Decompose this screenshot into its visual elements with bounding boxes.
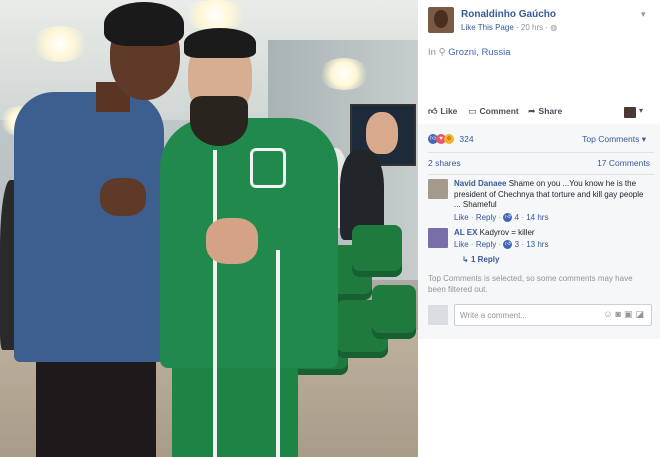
location-pin-icon: ⚲ — [438, 47, 446, 58]
comment-placeholder: Write a comment... — [460, 311, 527, 320]
comment-like-count[interactable]: 3 — [515, 240, 519, 249]
green-seat — [352, 225, 402, 277]
post-actions: 👍︎ Like ▭ Comment ➦ Share ▾ — [428, 106, 654, 120]
page-avatar[interactable] — [428, 7, 454, 33]
chevron-down-icon[interactable]: ▾ — [641, 9, 646, 20]
replies-label: 1 Reply — [470, 255, 500, 264]
camera-icon[interactable]: ◙ — [616, 309, 624, 319]
commenter-avatar[interactable] — [428, 179, 448, 199]
location-link[interactable]: Grozni, Russia — [448, 47, 510, 58]
comment-item: AL EX Kadyrov = killer Like · Reply · 👍︎… — [428, 228, 654, 258]
green-seat — [372, 285, 416, 339]
comments-count-link[interactable]: 17 Comments — [597, 158, 650, 168]
caret-down-icon: ▾ — [641, 134, 646, 144]
sticker-icon[interactable]: ◪ — [635, 309, 647, 319]
reply-arrow-icon: ↳ — [462, 255, 471, 264]
like-button[interactable]: 👍︎ Like — [428, 106, 457, 117]
comment-like-link[interactable]: Like — [454, 213, 469, 222]
comment-icon: ▭ — [468, 106, 477, 116]
like-reaction-icon: 👍︎ — [503, 213, 513, 223]
tv-face — [366, 112, 398, 154]
comment-reply-link[interactable]: Reply — [476, 213, 496, 222]
comment-sort-dropdown[interactable]: Top Comments ▾ — [582, 134, 646, 145]
user-avatar — [428, 305, 448, 325]
comment-item: Navid Danaee Shame on you ...You know he… — [428, 179, 654, 223]
share-label: Share — [538, 106, 563, 116]
comment-like-count[interactable]: 4 — [515, 213, 519, 222]
sort-label: Top Comments — [582, 134, 640, 144]
globe-icon: ◍ — [550, 23, 558, 32]
page-name-link[interactable]: Ronaldinho Gaúcho — [461, 9, 556, 20]
post-photo[interactable] — [0, 0, 418, 457]
divider — [428, 152, 654, 153]
ceiling-light — [318, 58, 370, 90]
comment-actions: Like · Reply · 👍︎ 3 · 13 hrs — [454, 240, 548, 250]
post-time[interactable]: 20 hrs — [521, 23, 543, 32]
comment-button[interactable]: ▭ Comment — [468, 106, 519, 117]
thumbs-up-icon: 👍︎ — [428, 106, 438, 116]
like-reaction-icon: 👍︎ — [503, 240, 513, 250]
post-meta: Like This Page · 20 hrs · ◍ — [461, 23, 557, 32]
person-right-hair — [184, 28, 256, 58]
like-page-link[interactable]: Like This Page — [461, 23, 514, 32]
location-prefix: In — [428, 47, 436, 58]
ceiling-light — [30, 26, 90, 62]
comment-text-block: Navid Danaee Shame on you ...You know he… — [454, 179, 650, 211]
person-right-thumbs-up — [206, 218, 258, 264]
comment-time[interactable]: 14 hrs — [526, 213, 548, 222]
divider — [428, 174, 654, 175]
person-left-hat — [104, 2, 184, 46]
actor-avatar[interactable] — [624, 107, 636, 118]
shares-link[interactable]: 2 shares — [428, 158, 461, 168]
composer-icons: ☺◙▣◪ — [603, 309, 647, 320]
person-right-beard — [190, 96, 248, 146]
commenter-name[interactable]: AL EX — [454, 228, 477, 237]
comment-like-link[interactable]: Like — [454, 240, 469, 249]
comment-composer: Write a comment... ☺◙▣◪ — [428, 300, 654, 332]
caret-down-icon[interactable]: ▾ — [639, 106, 643, 115]
comment-text-block: AL EX Kadyrov = killer — [454, 228, 650, 239]
gif-icon[interactable]: ▣ — [624, 309, 636, 319]
view-replies-link[interactable]: ↳ 1 Reply — [462, 255, 499, 264]
location-line: In ⚲ Grozni, Russia — [428, 47, 511, 58]
tracksuit-zip — [213, 150, 217, 457]
comment-time[interactable]: 13 hrs — [526, 240, 548, 249]
like-label: Like — [440, 106, 458, 116]
comment-input[interactable]: Write a comment... ☺◙▣◪ — [454, 304, 652, 326]
filter-note: Top Comments is selected, so some commen… — [428, 274, 633, 294]
comment-actions: Like · Reply · 👍︎ 4 · 14 hrs — [454, 213, 548, 223]
tracksuit-stripe — [276, 250, 280, 457]
commenter-avatar[interactable] — [428, 228, 448, 248]
comment-label: Comment — [479, 106, 519, 116]
ceiling-light — [180, 0, 250, 30]
reaction-count: 324 — [459, 133, 474, 144]
share-button[interactable]: ➦ Share — [528, 106, 562, 117]
commenter-name[interactable]: Navid Danaee — [454, 179, 506, 188]
reactions-bar: 👍︎ ♥ o 324 Top Comments ▾ — [428, 133, 654, 147]
person-left-hand — [100, 178, 146, 216]
wow-reaction-icon: o — [444, 133, 454, 144]
reactions-summary[interactable]: 👍︎ ♥ o 324 — [428, 133, 474, 144]
emoji-icon[interactable]: ☺ — [603, 309, 615, 319]
comment-reply-link[interactable]: Reply — [476, 240, 496, 249]
tracksuit-emblem — [250, 148, 286, 188]
share-icon: ➦ — [528, 106, 536, 116]
comment-text: Kadyrov = killer — [479, 228, 535, 237]
